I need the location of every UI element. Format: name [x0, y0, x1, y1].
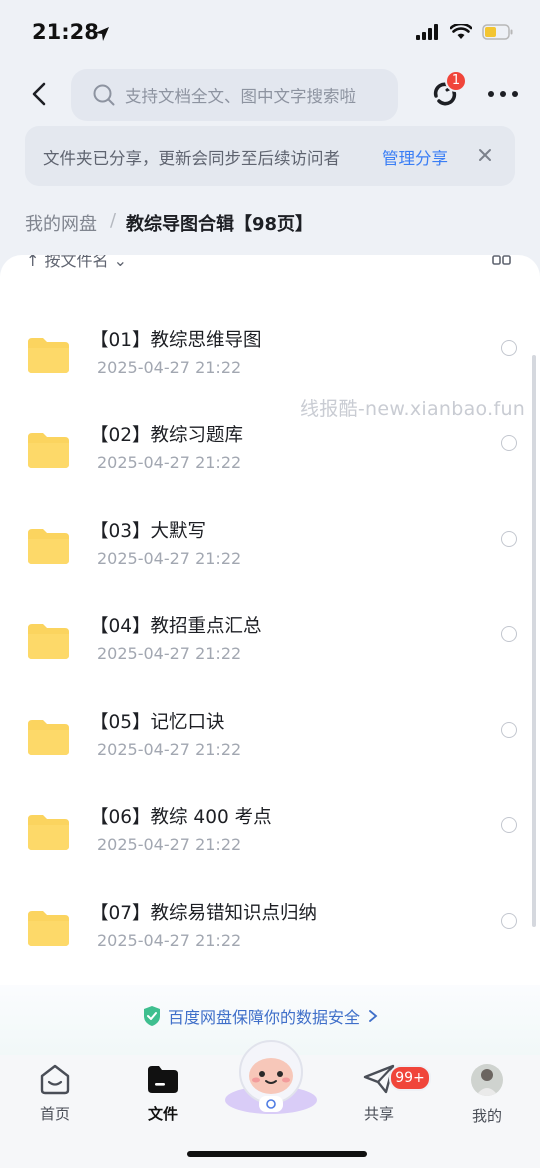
folder-name: 【02】教综习题库 — [90, 425, 244, 446]
scrollbar[interactable] — [532, 355, 536, 927]
location-arrow-icon — [95, 27, 109, 41]
home-icon — [40, 1064, 70, 1095]
share-notice-text: 文件夹已分享，更新会同步至后续访问者 — [43, 149, 340, 168]
cellular-signal-icon — [416, 24, 438, 40]
folder-date: 2025-04-27 21:22 — [97, 931, 242, 950]
tab-home[interactable]: 首页 — [15, 1063, 95, 1124]
tab-share-label: 共享 — [363, 1105, 394, 1123]
folder-name: 【04】教招重点汇总 — [90, 616, 262, 637]
folder-icon — [28, 529, 69, 564]
folder-date: 2025-04-27 21:22 — [97, 358, 242, 377]
list-item[interactable]: 【07】教综易错知识点归纳 2025-04-27 21:22 — [0, 891, 540, 986]
chevron-right-icon — [369, 1010, 378, 1022]
select-radio[interactable] — [501, 626, 517, 642]
folder-name: 【03】大默写 — [90, 521, 207, 542]
shield-icon — [144, 1006, 160, 1026]
back-icon[interactable] — [28, 80, 52, 108]
home-indicator — [187, 1151, 367, 1157]
sort-by-name[interactable]: ↑ 按文件名 ⌄ — [26, 255, 127, 271]
search-placeholder: 支持文档全文、图中文字搜索啦 — [125, 87, 356, 106]
folder-date: 2025-04-27 21:22 — [97, 740, 242, 759]
tab-files[interactable]: 文件 — [123, 1063, 203, 1124]
select-radio[interactable] — [501, 435, 517, 451]
grid-view-icon[interactable] — [492, 255, 512, 265]
folder-icon — [28, 433, 69, 468]
breadcrumb-current: 教综导图合辑【98页】 — [126, 214, 314, 235]
security-text: 百度网盘保障你的数据安全 — [168, 1008, 361, 1027]
folder-date: 2025-04-27 21:22 — [97, 549, 242, 568]
security-link[interactable]: 百度网盘保障你的数据安全 — [142, 1004, 380, 1028]
folder-icon — [28, 624, 69, 659]
sync-badge: 1 — [445, 70, 467, 92]
folder-date: 2025-04-27 21:22 — [97, 835, 242, 854]
breadcrumb-separator: / — [110, 210, 117, 231]
folder-icon — [28, 338, 69, 373]
list-item[interactable]: 【03】大默写 2025-04-27 21:22 — [0, 509, 540, 604]
folder-filled-icon — [148, 1066, 178, 1093]
more-icon[interactable] — [488, 91, 518, 97]
folder-date: 2025-04-27 21:22 — [97, 453, 242, 472]
tab-files-label: 文件 — [147, 1105, 178, 1123]
select-radio[interactable] — [501, 531, 517, 547]
share-badge: 99+ — [389, 1065, 431, 1091]
list-item[interactable]: 【06】教综 400 考点 2025-04-27 21:22 — [0, 795, 540, 890]
breadcrumb-root[interactable]: 我的网盘 — [25, 210, 97, 236]
folder-icon — [28, 720, 69, 755]
list-item[interactable]: 【02】教综习题库 2025-04-27 21:22 — [0, 413, 540, 508]
folder-name: 【07】教综易错知识点归纳 — [90, 903, 318, 924]
select-radio[interactable] — [501, 722, 517, 738]
sync-button[interactable]: 1 — [426, 70, 467, 114]
select-radio[interactable] — [501, 817, 517, 833]
folder-icon — [28, 911, 69, 946]
folder-icon — [28, 815, 69, 850]
tab-share[interactable]: 共享 99+ — [339, 1063, 431, 1124]
select-radio[interactable] — [501, 340, 517, 356]
manage-share-link[interactable]: 管理分享 — [382, 145, 448, 169]
battery-icon — [482, 24, 513, 40]
status-time: 21:28 — [32, 20, 99, 44]
folder-name: 【01】教综思维导图 — [90, 330, 262, 351]
folder-date: 2025-04-27 21:22 — [97, 644, 242, 663]
status-icons — [416, 24, 514, 40]
list-item[interactable]: 【04】教招重点汇总 2025-04-27 21:22 — [0, 604, 540, 699]
tab-me[interactable]: 我的 — [447, 1063, 527, 1126]
select-radio[interactable] — [501, 913, 517, 929]
wifi-icon — [450, 24, 472, 39]
share-notice: 文件夹已分享，更新会同步至后续访问者 管理分享 — [25, 126, 515, 186]
search-input[interactable]: 支持文档全文、图中文字搜索啦 — [71, 69, 398, 121]
tab-me-label: 我的 — [471, 1107, 502, 1125]
folder-name: 【06】教综 400 考点 — [90, 807, 272, 828]
folder-name: 【05】记忆口诀 — [90, 712, 225, 733]
search-icon — [93, 84, 115, 106]
file-list[interactable]: ↑ 按文件名 ⌄ 【01】教综思维导图 2025-04-27 21:22 【02… — [0, 255, 540, 1055]
tab-home-label: 首页 — [39, 1105, 70, 1123]
close-icon[interactable] — [476, 146, 494, 164]
avatar — [471, 1064, 503, 1096]
watermark-text: 线报酷-new.xianbao.fun — [300, 398, 526, 420]
mascot-icon[interactable] — [222, 1034, 320, 1116]
list-item[interactable]: 【05】记忆口诀 2025-04-27 21:22 — [0, 700, 540, 795]
